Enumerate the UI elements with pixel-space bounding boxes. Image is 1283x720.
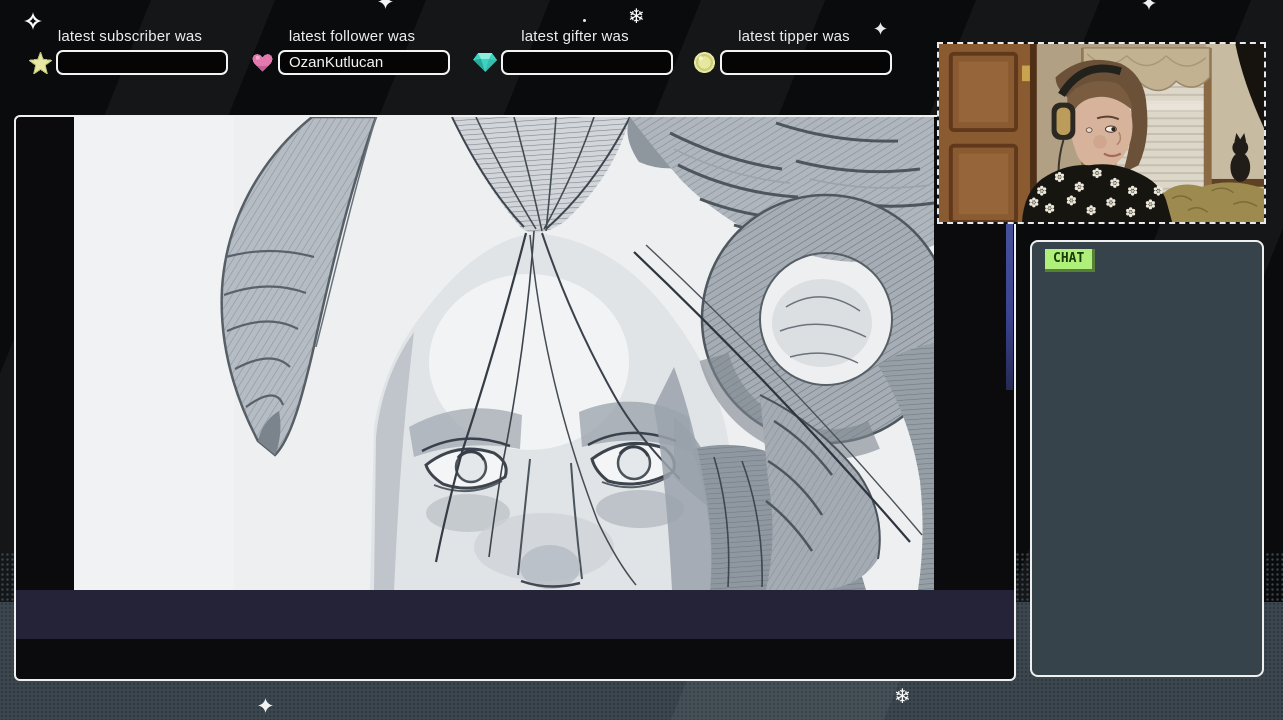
latest-gifter-widget: latest gifter was xyxy=(473,28,677,75)
latest-tipper-widget: latest tipper was xyxy=(692,28,896,75)
snowflake-icon: ❄ xyxy=(894,684,911,708)
sparkle-icon xyxy=(1142,0,1156,10)
app-scrollbar xyxy=(1006,222,1013,390)
chat-panel: CHAT xyxy=(1030,240,1264,677)
webcam-feed xyxy=(937,42,1266,224)
gem-icon xyxy=(473,52,497,74)
sparkle-icon xyxy=(378,0,393,9)
latest-follower-value: OzanKutlucan xyxy=(289,54,384,71)
latest-follower-label: latest follower was xyxy=(288,28,416,45)
coin-icon xyxy=(692,52,716,74)
drawing-canvas xyxy=(74,117,934,590)
latest-follower-value-box: OzanKutlucan xyxy=(278,50,450,75)
latest-follower-widget: latest follower was OzanKutlucan xyxy=(250,28,454,75)
app-bottom-bar xyxy=(16,590,1014,639)
sparkle-icon xyxy=(24,12,42,30)
heart-icon xyxy=(250,52,274,74)
latest-subscriber-value-box xyxy=(56,50,228,75)
latest-subscriber-widget: latest subscriber was xyxy=(28,28,232,75)
main-capture-frame xyxy=(14,115,1016,681)
dot-decoration xyxy=(583,19,586,22)
latest-tipper-value-box xyxy=(720,50,892,75)
latest-gifter-value-box xyxy=(501,50,673,75)
sparkle-icon xyxy=(874,22,887,35)
latest-gifter-label: latest gifter was xyxy=(521,28,629,45)
latest-tipper-label: latest tipper was xyxy=(738,28,850,45)
star-icon xyxy=(28,51,52,74)
chat-badge: CHAT xyxy=(1045,249,1096,272)
stream-overlay: latest subscriber was latest follower wa… xyxy=(0,0,1283,720)
latest-subscriber-label: latest subscriber was xyxy=(57,28,203,45)
snowflake-icon: ❄ xyxy=(628,4,645,28)
sparkle-icon xyxy=(258,698,273,713)
